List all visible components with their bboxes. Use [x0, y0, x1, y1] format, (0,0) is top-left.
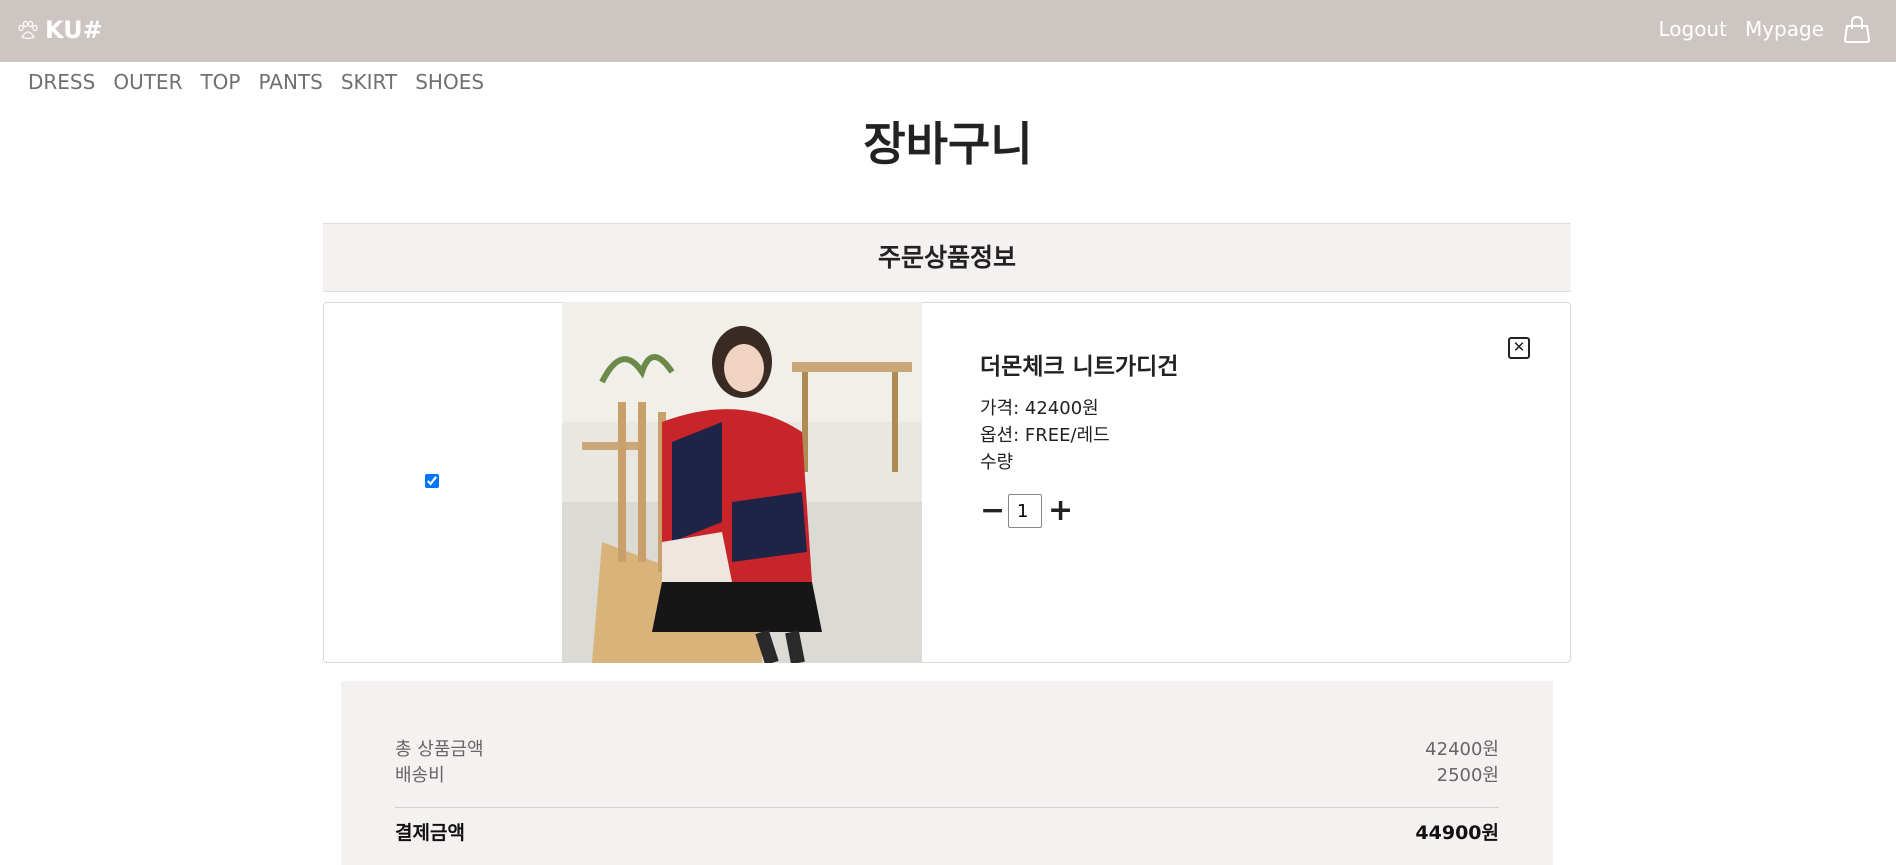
remove-item-button[interactable]: ✕: [1508, 337, 1530, 359]
nav-dress[interactable]: DRESS: [28, 70, 95, 94]
shipping-label: 배송비: [395, 765, 445, 786]
shopping-bag-icon[interactable]: [1842, 14, 1872, 44]
nav-pants[interactable]: PANTS: [259, 70, 323, 94]
paw-icon: [18, 20, 38, 40]
quantity-stepper: − +: [980, 494, 1178, 528]
subtotal-label: 총 상품금액: [395, 739, 484, 760]
product-image[interactable]: [562, 302, 922, 663]
nav-outer[interactable]: OUTER: [113, 70, 182, 94]
logo[interactable]: KU#: [17, 16, 103, 44]
quantity-label: 수량: [980, 452, 1014, 473]
section-title: 주문상품정보: [323, 223, 1571, 292]
total-value: 44900원: [1415, 822, 1499, 844]
logo-text: KU#: [45, 16, 103, 44]
page-title: 장바구니: [863, 117, 1033, 171]
increase-quantity-button[interactable]: +: [1048, 496, 1073, 526]
nav-top[interactable]: TOP: [200, 70, 240, 94]
item-info: 더몬체크 니트가디건 가격: 42400원 옵션: FREE/레드 수량 − +: [980, 347, 1178, 528]
product-price: 가격: 42400원: [980, 398, 1099, 419]
mypage-link[interactable]: Mypage: [1745, 17, 1824, 41]
summary-divider: [395, 807, 1499, 808]
shipping-value: 2500원: [1436, 765, 1499, 786]
category-nav: DRESS OUTER TOP PANTS SKIRT SHOES: [28, 70, 484, 94]
subtotal-value: 42400원: [1425, 739, 1499, 760]
cart-item: 더몬체크 니트가디건 가격: 42400원 옵션: FREE/레드 수량 − +…: [323, 302, 1571, 663]
nav-shoes[interactable]: SHOES: [415, 70, 484, 94]
logout-link[interactable]: Logout: [1658, 17, 1726, 41]
total-label: 결제금액: [395, 822, 465, 844]
quantity-input[interactable]: [1008, 494, 1042, 528]
item-checkbox[interactable]: [425, 474, 439, 488]
nav-skirt[interactable]: SKIRT: [341, 70, 397, 94]
product-name[interactable]: 더몬체크 니트가디건: [980, 347, 1178, 381]
order-summary: 총 상품금액 42400원 배송비 2500원 결제금액 44900원: [341, 681, 1553, 865]
top-header: KU# Logout Mypage: [0, 0, 1896, 62]
decrease-quantity-button[interactable]: −: [980, 496, 1005, 526]
product-option: 옵션: FREE/레드: [980, 425, 1110, 446]
